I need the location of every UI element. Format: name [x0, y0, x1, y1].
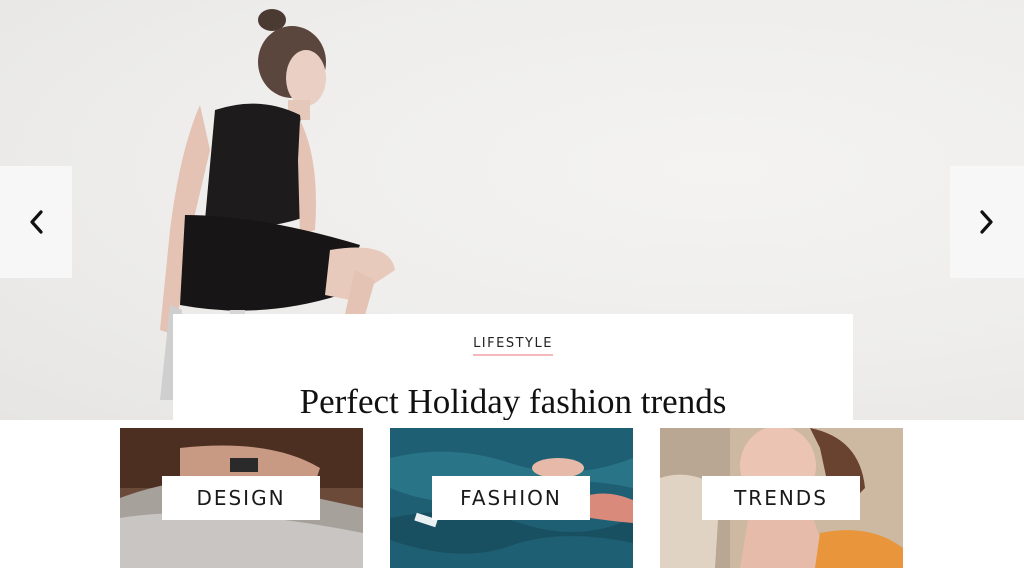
slider-prev-button[interactable] — [0, 166, 72, 278]
trends-tile-label: TRENDS — [702, 476, 860, 520]
fashion-tile-label: FASHION — [432, 476, 590, 520]
category-tile-fashion[interactable]: FASHION — [390, 428, 633, 568]
category-tile-trends[interactable]: TRENDS — [660, 428, 903, 568]
slide-post-title[interactable]: Perfect Holiday fashion trends — [173, 382, 853, 420]
category-tile-design[interactable]: DESIGN — [120, 428, 363, 568]
hero-slider: LIFESTYLE Perfect Holiday fashion trends — [0, 0, 1024, 420]
design-tile-label: DESIGN — [162, 476, 320, 520]
chevron-right-icon — [980, 210, 993, 234]
slide-category-link[interactable]: LIFESTYLE — [473, 336, 553, 356]
chevron-left-icon — [30, 210, 43, 234]
slide-caption-card: LIFESTYLE Perfect Holiday fashion trends — [173, 314, 853, 420]
slider-next-button[interactable] — [950, 166, 1024, 278]
